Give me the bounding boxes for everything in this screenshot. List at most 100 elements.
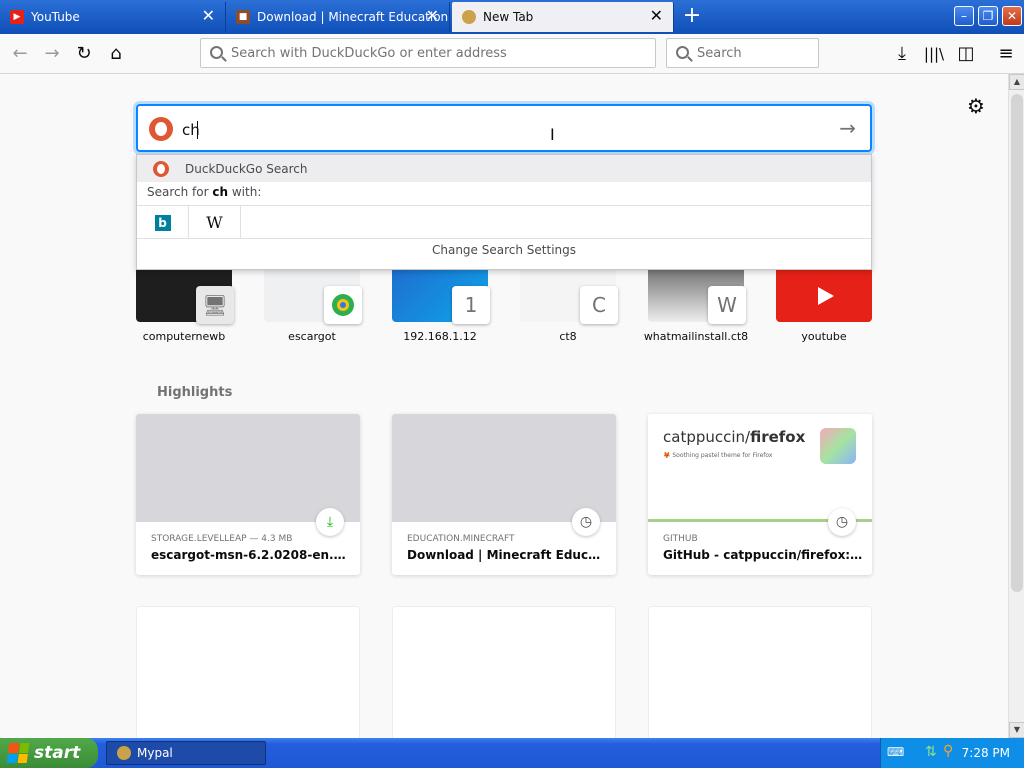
tab-new-tab[interactable]: New Tab ✕ [452, 2, 674, 32]
highlight-card[interactable]: ⤓ STORAGE.LEVELLEAP — 4.3 MB escargot-ms… [136, 414, 360, 575]
letter-icon: W [708, 286, 746, 324]
wikipedia-engine-button[interactable]: W [189, 206, 241, 239]
search-placeholder: Search [697, 45, 742, 61]
new-tab-page: ⚙ 🖥 computernewb escargot 1 192.168.1.12… [0, 74, 1008, 738]
youtube-icon: ▶ [10, 10, 24, 24]
tab-strip: ▶ YouTube ✕ ■ Download | Minecraft Educa… [0, 0, 1024, 34]
forward-button[interactable]: → [38, 40, 66, 68]
clock: 7:28 PM [961, 746, 1010, 760]
close-window-button[interactable]: ✕ [1002, 6, 1022, 26]
bing-icon: b [154, 214, 171, 231]
highlight-card[interactable]: catppuccin/firefox 🦊 Soothing pastel the… [648, 414, 872, 575]
taskbar-window-mypal[interactable]: Mypal [106, 741, 266, 765]
preview-repo-name: firefox [750, 428, 806, 446]
search-suggestions-dropdown: DuckDuckGo Search Search for ch with: b … [136, 154, 872, 270]
card-image: catppuccin/firefox 🦊 Soothing pastel the… [648, 414, 872, 522]
search-icon [676, 46, 689, 59]
back-button[interactable]: ← [6, 40, 34, 68]
empty-highlight-slot [648, 606, 872, 738]
keyboard-icon[interactable]: ⌨ [887, 745, 904, 759]
minecraft-icon: ■ [236, 10, 250, 24]
go-arrow-icon[interactable]: → [839, 116, 856, 140]
card-source: EDUCATION.MINECRAFT [407, 534, 515, 544]
hero-search-input[interactable]: ch I → [136, 104, 872, 152]
card-source: STORAGE.LEVELLEAP — 4.3 MB [151, 534, 293, 544]
site-label: ct8 [559, 330, 577, 343]
card-title: escargot-msn-6.2.0208-en.zip [151, 548, 351, 562]
change-search-settings-button[interactable]: Change Search Settings [137, 243, 871, 257]
search-for-suffix: with: [231, 185, 262, 199]
preview-repo-owner: catppuccin/ [663, 428, 751, 446]
navigation-toolbar: ← → ↻ ⌂ Search with DuckDuckGo or enter … [0, 34, 1024, 74]
search-icon [210, 46, 223, 59]
site-label: 192.168.1.12 [403, 330, 477, 343]
ibeam-cursor-icon: I [550, 125, 555, 144]
computer-icon: 🖥 [196, 286, 234, 324]
gear-icon[interactable]: ⚙ [967, 94, 985, 118]
close-tab-icon[interactable]: ✕ [426, 8, 439, 24]
tab-youtube[interactable]: ▶ YouTube ✕ [0, 2, 226, 32]
menu-icon[interactable]: ≡ [992, 40, 1020, 68]
preview-repo-title: catppuccin/firefox [663, 428, 805, 446]
search-for-label: Search for ch with: [147, 185, 261, 199]
scroll-down-icon[interactable]: ▼ [1009, 722, 1024, 738]
mypal-icon [462, 10, 476, 24]
network-icon[interactable]: ⇅ [925, 744, 937, 760]
engine-label: DuckDuckGo Search [185, 161, 308, 176]
letter-icon: C [580, 286, 618, 324]
escargot-icon [324, 286, 362, 324]
start-label: start [34, 743, 81, 763]
one-off-engines: b W [137, 205, 871, 239]
highlight-card[interactable]: ◷ EDUCATION.MINECRAFT Download | Minecra… [392, 414, 616, 575]
site-label: computernewb [142, 330, 226, 343]
home-button[interactable]: ⌂ [102, 40, 130, 68]
text-caret [197, 121, 198, 139]
close-tab-icon[interactable]: ✕ [202, 8, 215, 24]
cat-avatar-icon [820, 428, 856, 464]
restore-button[interactable]: ❐ [978, 6, 998, 26]
engine-search-row[interactable]: DuckDuckGo Search [137, 155, 871, 182]
tab-minecraft[interactable]: ■ Download | Minecraft Education ✕ [226, 2, 450, 32]
tab-label: Download | Minecraft Education [257, 10, 449, 24]
card-image [392, 414, 616, 522]
site-label: whatmailinstall.ct8 [643, 330, 749, 343]
site-label: escargot [288, 330, 336, 343]
duckduckgo-icon [153, 160, 169, 177]
sidebar-icon[interactable]: ◫ [952, 40, 980, 68]
youtube-icon [776, 270, 872, 322]
empty-highlight-slot [136, 606, 360, 738]
new-tab-button[interactable]: + [682, 4, 702, 28]
search-for-query: ch [212, 185, 229, 199]
preview-repo-desc: 🦊 Soothing pastel theme for Firefox [663, 452, 773, 459]
system-tray: ⌨ ⇅ ⚲ 7:28 PM [880, 738, 1024, 768]
close-tab-icon[interactable]: ✕ [650, 8, 663, 24]
letter-icon: 1 [452, 286, 490, 324]
card-source: GITHUB [663, 534, 698, 544]
clock-icon: ◷ [828, 508, 856, 536]
duckduckgo-icon [149, 117, 173, 141]
start-button[interactable]: start [0, 738, 98, 768]
site-label: youtube [801, 330, 847, 343]
search-tray-icon[interactable]: ⚲ [943, 743, 953, 759]
wikipedia-icon: W [206, 213, 223, 232]
library-icon[interactable]: |||\ [920, 40, 948, 68]
windows-logo-icon [6, 743, 30, 763]
scroll-up-icon[interactable]: ▲ [1009, 74, 1024, 90]
bing-engine-button[interactable]: b [137, 206, 189, 239]
card-title: GitHub - catppuccin/firefox: 🦊 ... [663, 548, 863, 562]
download-icon: ⤓ [316, 508, 344, 536]
reload-button[interactable]: ↻ [70, 40, 98, 68]
search-box[interactable]: Search [666, 38, 819, 68]
clock-icon: ◷ [572, 508, 600, 536]
url-bar[interactable]: Search with DuckDuckGo or enter address [200, 38, 656, 68]
search-for-prefix: Search for [147, 185, 209, 199]
scrollbar-thumb[interactable] [1011, 94, 1023, 592]
minimize-button[interactable]: – [954, 6, 974, 26]
mypal-icon [117, 746, 131, 760]
card-image [136, 414, 360, 522]
url-placeholder: Search with DuckDuckGo or enter address [231, 45, 507, 61]
downloads-icon[interactable]: ⤓ [888, 40, 916, 68]
vertical-scrollbar[interactable]: ▲ ▼ [1008, 74, 1024, 738]
highlights-heading: Highlights [157, 385, 233, 400]
taskbar-window-label: Mypal [137, 746, 173, 760]
